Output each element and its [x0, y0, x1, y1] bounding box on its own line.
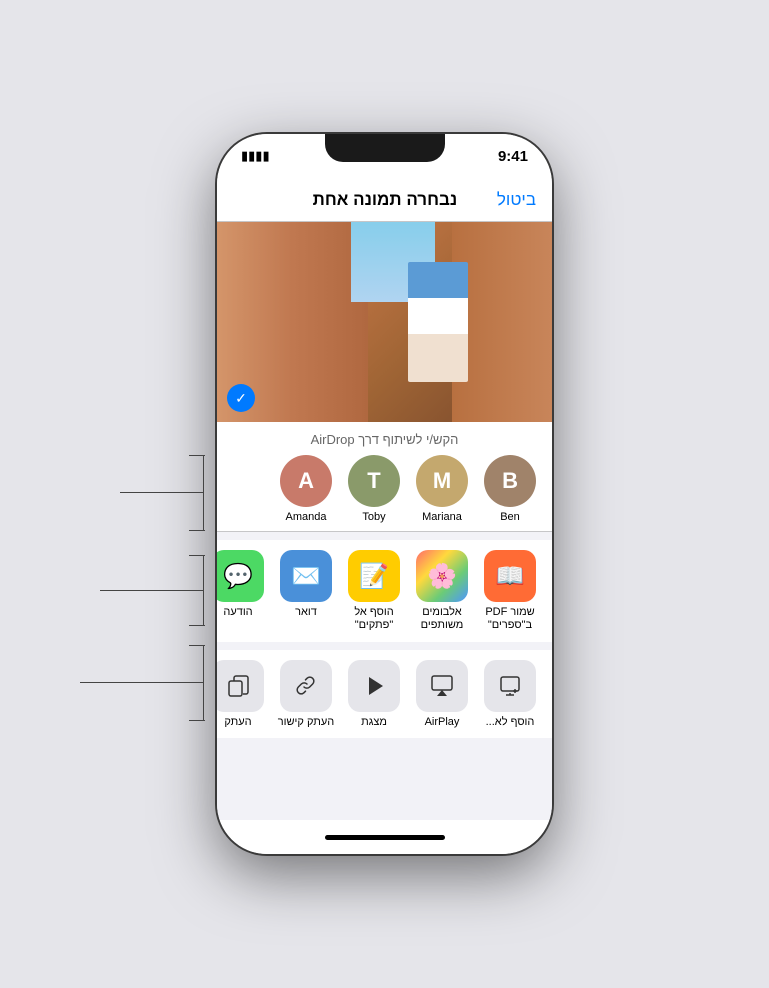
- photos-icon: 🌸: [416, 550, 468, 602]
- contact-item[interactable]: A Amanda: [276, 455, 336, 523]
- copy-icon: [217, 660, 264, 712]
- photo-container: ✓: [217, 222, 552, 422]
- home-bar: [325, 835, 445, 840]
- action-options-section: הוסף לא... AirPlay: [217, 650, 552, 738]
- share-options-row: 📖 שמור PDFב"ספרים" 🌸 אלבומיםמשותפים 📝 הו…: [217, 550, 552, 632]
- share-app-notes[interactable]: 📝 הוסף אל"פתקים": [344, 550, 404, 632]
- airdrop-h-line: [120, 492, 203, 493]
- share-bracket-line: [203, 555, 205, 625]
- slideshow-icon: [348, 660, 400, 712]
- action-bracket-bottom: [189, 720, 205, 721]
- contact-avatar-mariana: M: [416, 455, 468, 507]
- phone-screen: ▮▮▮▮ 9:41 ביטול נבחרה תמונה אחת: [217, 134, 552, 854]
- share-app-books[interactable]: 📖 שמור PDFב"ספרים": [480, 550, 540, 632]
- share-options-section: 📖 שמור PDFב"ספרים" 🌸 אלבומיםמשותפים 📝 הו…: [217, 540, 552, 642]
- notes-label: הוסף אל"פתקים": [354, 606, 393, 632]
- action-slideshow[interactable]: מצגת: [344, 660, 404, 728]
- contact-name-ben: Ben: [500, 511, 520, 523]
- action-copy-link[interactable]: העתק קישור: [276, 660, 336, 728]
- battery-icon: ▮▮▮▮: [241, 148, 270, 164]
- nav-title: נבחרה תמונה אחת: [313, 190, 458, 210]
- action-options-row: הוסף לא... AirPlay: [217, 650, 552, 738]
- photos-label: אלבומיםמשותפים: [421, 606, 464, 632]
- status-time: 9:41: [498, 148, 528, 165]
- action-copy[interactable]: העתק: [217, 660, 268, 728]
- airdrop-bracket-line: [203, 455, 205, 530]
- action-bracket-top: [189, 645, 205, 646]
- mail-icon: ✉️: [280, 550, 332, 602]
- airdrop-bracket-top: [189, 455, 205, 456]
- status-icons: ▮▮▮▮: [241, 148, 270, 164]
- phone-frame: ▮▮▮▮ 9:41 ביטול נבחרה תמונה אחת: [217, 134, 552, 854]
- share-bracket-top: [189, 555, 205, 556]
- slideshow-label: מצגת: [361, 716, 387, 728]
- contact-avatar-ben: B: [484, 455, 536, 507]
- copy-label: העתק: [224, 716, 251, 728]
- books-label: שמור PDFב"ספרים": [485, 606, 534, 632]
- contact-item[interactable]: B Ben: [480, 455, 540, 523]
- contact-name-toby: Toby: [362, 511, 385, 523]
- notch: [325, 134, 445, 162]
- cancel-button[interactable]: ביטול: [497, 190, 536, 210]
- share-app-mail[interactable]: ✉️ דואר: [276, 550, 336, 632]
- contact-name-mariana: Mariana: [422, 511, 462, 523]
- annotations-panel: הקש/י לשיתוף עם חבר הנמצא בקרבת מקום באמ…: [20, 0, 205, 988]
- contact-item[interactable]: M Mariana: [412, 455, 472, 523]
- contact-avatar-toby: T: [348, 455, 400, 507]
- action-add[interactable]: הוסף לא...: [480, 660, 540, 728]
- contact-item[interactable]: T Toby: [344, 455, 404, 523]
- copy-link-label: העתק קישור: [278, 716, 334, 728]
- share-h-line: [100, 590, 203, 591]
- add-icon: [484, 660, 536, 712]
- mail-label: דואר: [295, 606, 317, 619]
- messages-label: הודעה: [223, 606, 252, 619]
- photo-checkmark[interactable]: ✓: [227, 384, 255, 412]
- share-app-photos[interactable]: 🌸 אלבומיםמשותפים: [412, 550, 472, 632]
- airdrop-section: הקש/י לשיתוף דרך AirDrop B Ben M Mariana: [217, 422, 552, 532]
- scene: ▮▮▮▮ 9:41 ביטול נבחרה תמונה אחת: [0, 0, 769, 988]
- nav-bar: ביטול נבחרה תמונה אחת: [217, 178, 552, 222]
- contact-avatar-amanda: A: [280, 455, 332, 507]
- photo-figure: [408, 262, 468, 382]
- airdrop-contacts: B Ben M Mariana T Toby: [217, 455, 552, 523]
- home-indicator: [217, 820, 552, 854]
- airdrop-title: הקש/י לשיתוף דרך AirDrop: [217, 432, 552, 447]
- content-area: ✓ הקש/י לשיתוף דרך AirDrop B Ben: [217, 222, 552, 820]
- action-airplay[interactable]: AirPlay: [412, 660, 472, 728]
- notes-icon: 📝: [348, 550, 400, 602]
- messages-icon: 💬: [217, 550, 264, 602]
- airplay-label: AirPlay: [425, 716, 460, 728]
- add-label: הוסף לא...: [486, 716, 535, 728]
- photo-background: [217, 222, 552, 422]
- action-bracket-line: [203, 645, 205, 720]
- action-h-line: [80, 682, 203, 683]
- copy-link-icon: [280, 660, 332, 712]
- books-icon: 📖: [484, 550, 536, 602]
- share-sheet: הקש/י לשיתוף דרך AirDrop B Ben M Mariana: [217, 422, 552, 820]
- share-bracket-bottom: [189, 625, 205, 626]
- airdrop-bracket-bottom: [189, 530, 205, 531]
- status-bar: ▮▮▮▮ 9:41: [217, 134, 552, 178]
- contact-name-amanda: Amanda: [286, 511, 327, 523]
- share-app-messages[interactable]: 💬 הודעה: [217, 550, 268, 632]
- airplay-icon: [416, 660, 468, 712]
